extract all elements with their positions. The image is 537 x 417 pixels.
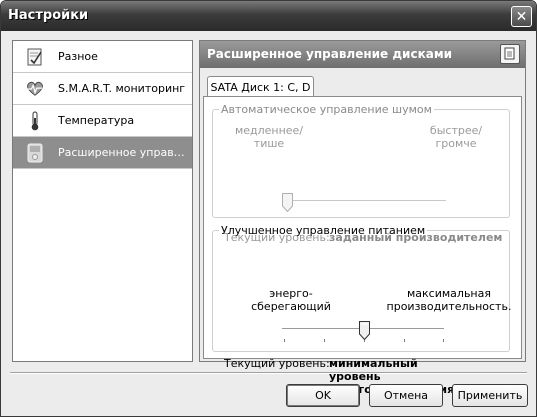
noise-slider-thumb (282, 193, 293, 212)
title-bar[interactable]: Настройки ✕ (1, 1, 536, 31)
panel-header: Расширенное управление дисками (200, 41, 525, 68)
device-icon (26, 143, 44, 163)
nav-item-temperature[interactable]: Температура (13, 105, 192, 137)
nav-item-label: Расширенное управ… (58, 146, 185, 159)
noise-fast-label: быстрее/громче (429, 124, 483, 150)
bottom-separator (10, 372, 527, 374)
advanced-disk-panel: Расширенное управление дисками SATA Диск… (199, 40, 526, 396)
settings-nav-list: Разное S.M.A.R.T. мониторинг Температура… (12, 40, 193, 362)
settings-window: Настройки ✕ Разное S.M.A.R.T. мониторинг… (0, 0, 537, 417)
notepad-icon (26, 47, 44, 67)
close-button[interactable]: ✕ (511, 6, 532, 27)
noise-slow-label: медленнее/тише (234, 124, 304, 150)
window-title: Настройки (8, 8, 89, 23)
heart-monitor-icon (26, 79, 44, 99)
nav-item-smart[interactable]: S.M.A.R.T. мониторинг (13, 73, 192, 105)
close-icon: ✕ (515, 8, 528, 25)
apply-button[interactable]: Применить (452, 384, 528, 407)
tab-content: Автоматическое управление шумом медленне… (203, 96, 522, 396)
tab-sata-disk-1[interactable]: SATA Диск 1: C, D (207, 76, 314, 97)
power-saving-label: энерго-сберегающий (251, 287, 331, 313)
power-performance-label: максимальная производительность. (386, 287, 512, 313)
power-level-label: Текущий уровень: (224, 357, 330, 370)
nav-item-label: Разное (58, 50, 98, 63)
nav-item-advanced-disk[interactable]: Расширенное управ… (13, 137, 192, 169)
noise-management-legend: Автоматическое управление шумом (221, 103, 432, 116)
copy-icon[interactable] (500, 44, 520, 64)
thermometer-icon (26, 111, 44, 131)
power-management-legend: Улучшенное управление питанием (221, 224, 426, 237)
panel-title: Расширенное управление дисками (207, 47, 453, 61)
nav-item-label: S.M.A.R.T. мониторинг (58, 82, 186, 95)
nav-item-label: Температура (58, 114, 135, 127)
ok-button[interactable]: OK (286, 384, 360, 407)
nav-item-misc[interactable]: Разное (13, 41, 192, 73)
cancel-button[interactable]: Отмена (369, 384, 443, 407)
power-slider-thumb (359, 321, 370, 340)
